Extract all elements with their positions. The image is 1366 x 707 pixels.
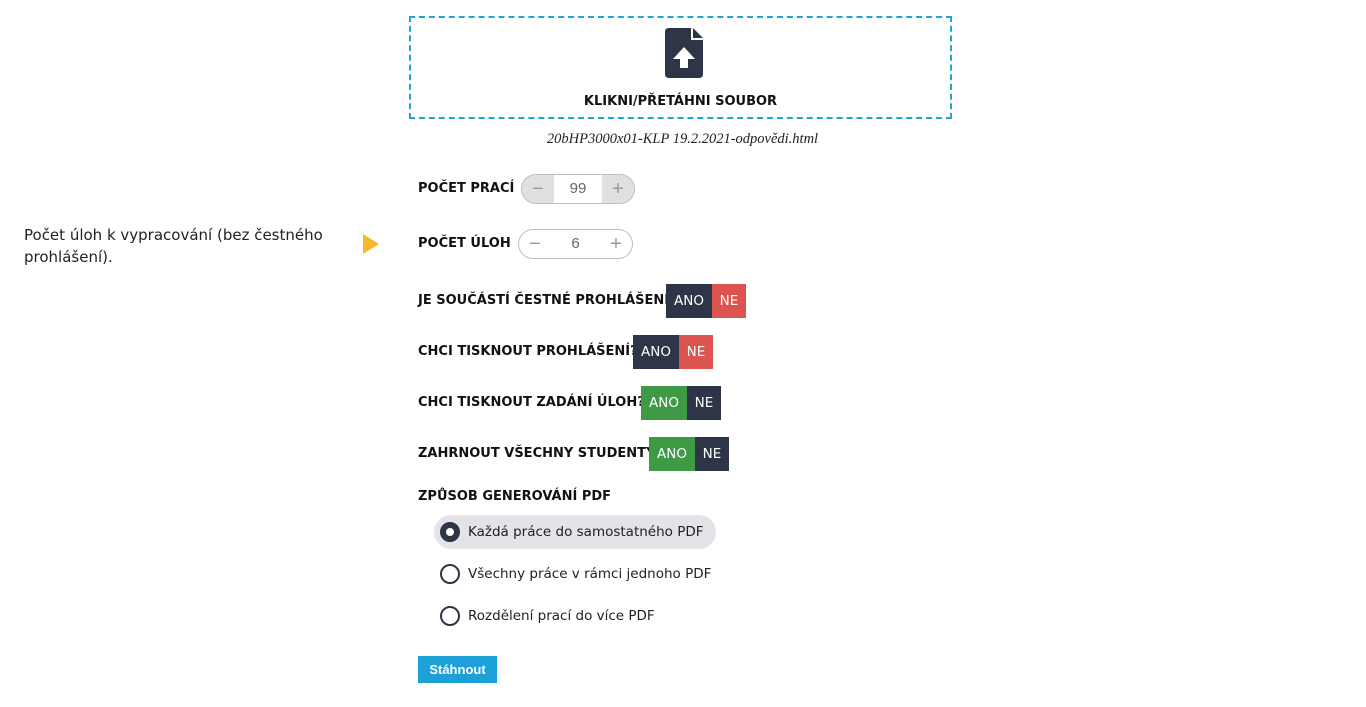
radio-unchecked-icon[interactable] <box>440 564 460 584</box>
radio-label: Každá práce do samostatného PDF <box>468 524 704 540</box>
pocet-uloh-stepper[interactable]: − 6 + <box>518 229 633 259</box>
tisknout-zadani-toggle[interactable]: ANO NE <box>641 386 721 420</box>
tisknout-prohlaseni-toggle[interactable]: ANO NE <box>633 335 713 369</box>
file-upload-icon <box>665 28 703 78</box>
toggle-no-button[interactable]: NE <box>695 437 729 471</box>
toggle-yes-button[interactable]: ANO <box>641 386 687 420</box>
pocet-praci-value[interactable]: 99 <box>554 175 602 203</box>
pocet-praci-stepper[interactable]: − 99 + <box>521 174 635 204</box>
pocet-uloh-value[interactable]: 6 <box>551 230 600 258</box>
tisknout-prohlaseni-label: CHCI TISKNOUT PROHLÁŠENÍ? <box>418 344 638 359</box>
minus-icon[interactable]: − <box>522 175 554 203</box>
vsechny-studenty-label: ZAHRNOUT VŠECHNY STUDENTY <box>418 446 656 461</box>
hint-arrow-icon <box>363 234 379 254</box>
plus-icon[interactable]: + <box>602 175 634 203</box>
radio-label: Všechny práce v rámci jednoho PDF <box>468 566 712 582</box>
cestne-prohlaseni-label: JE SOUČÁSTÍ ČESTNÉ PROHLÁŠENÍ? <box>418 293 677 308</box>
toggle-yes-button[interactable]: ANO <box>649 437 695 471</box>
pdf-option-single[interactable]: Všechny práce v rámci jednoho PDF <box>434 557 723 591</box>
download-button[interactable]: Stáhnout <box>418 656 497 683</box>
vsechny-studenty-toggle[interactable]: ANO NE <box>649 437 729 471</box>
toggle-yes-button[interactable]: ANO <box>666 284 712 318</box>
minus-icon[interactable]: − <box>519 230 551 258</box>
radio-label: Rozdělení prací do více PDF <box>468 608 655 624</box>
pdf-option-split[interactable]: Rozdělení prací do více PDF <box>434 599 667 633</box>
selected-filename: 20bHP3000x01-KLP 19.2.2021-odpovědi.html <box>546 131 819 147</box>
toggle-no-button[interactable]: NE <box>687 386 721 420</box>
dropzone-label: KLIKNI/PŘETÁHNI SOUBOR <box>583 94 778 109</box>
pdf-mode-label: ZPŮSOB GENEROVÁNÍ PDF <box>418 489 612 504</box>
file-dropzone[interactable]: KLIKNI/PŘETÁHNI SOUBOR <box>409 16 952 119</box>
tisknout-zadani-label: CHCI TISKNOUT ZADÁNÍ ÚLOH? <box>418 395 645 410</box>
toggle-yes-button[interactable]: ANO <box>633 335 679 369</box>
pocet-uloh-label: POČET ÚLOH <box>418 236 511 251</box>
pocet-praci-label: POČET PRACÍ <box>418 181 515 196</box>
pdf-option-separate[interactable]: Každá práce do samostatného PDF <box>434 515 716 549</box>
hint-text: Počet úloh k vypracování (bez čestného p… <box>24 226 323 266</box>
toggle-no-button[interactable]: NE <box>712 284 746 318</box>
cestne-prohlaseni-toggle[interactable]: ANO NE <box>666 284 746 318</box>
radio-checked-icon[interactable] <box>440 522 460 542</box>
radio-unchecked-icon[interactable] <box>440 606 460 626</box>
plus-icon[interactable]: + <box>600 230 632 258</box>
toggle-no-button[interactable]: NE <box>679 335 713 369</box>
